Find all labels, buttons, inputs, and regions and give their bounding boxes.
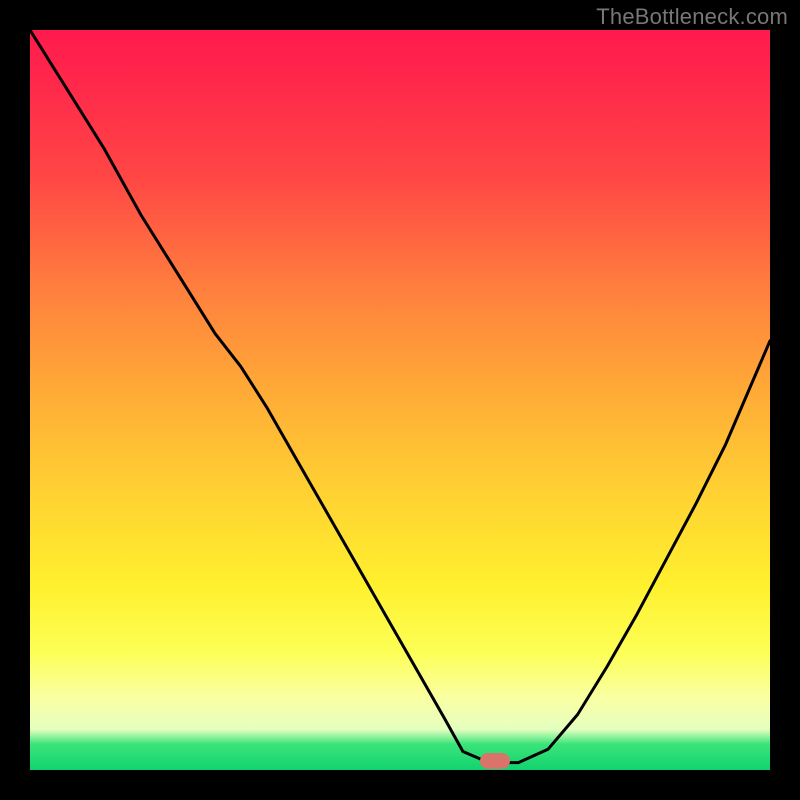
bottleneck-curve <box>30 30 770 763</box>
plot-area <box>30 30 770 770</box>
watermark-text: TheBottleneck.com <box>596 4 788 30</box>
chart-frame: TheBottleneck.com <box>0 0 800 800</box>
optimum-marker <box>480 753 510 769</box>
curve-svg <box>30 30 770 770</box>
